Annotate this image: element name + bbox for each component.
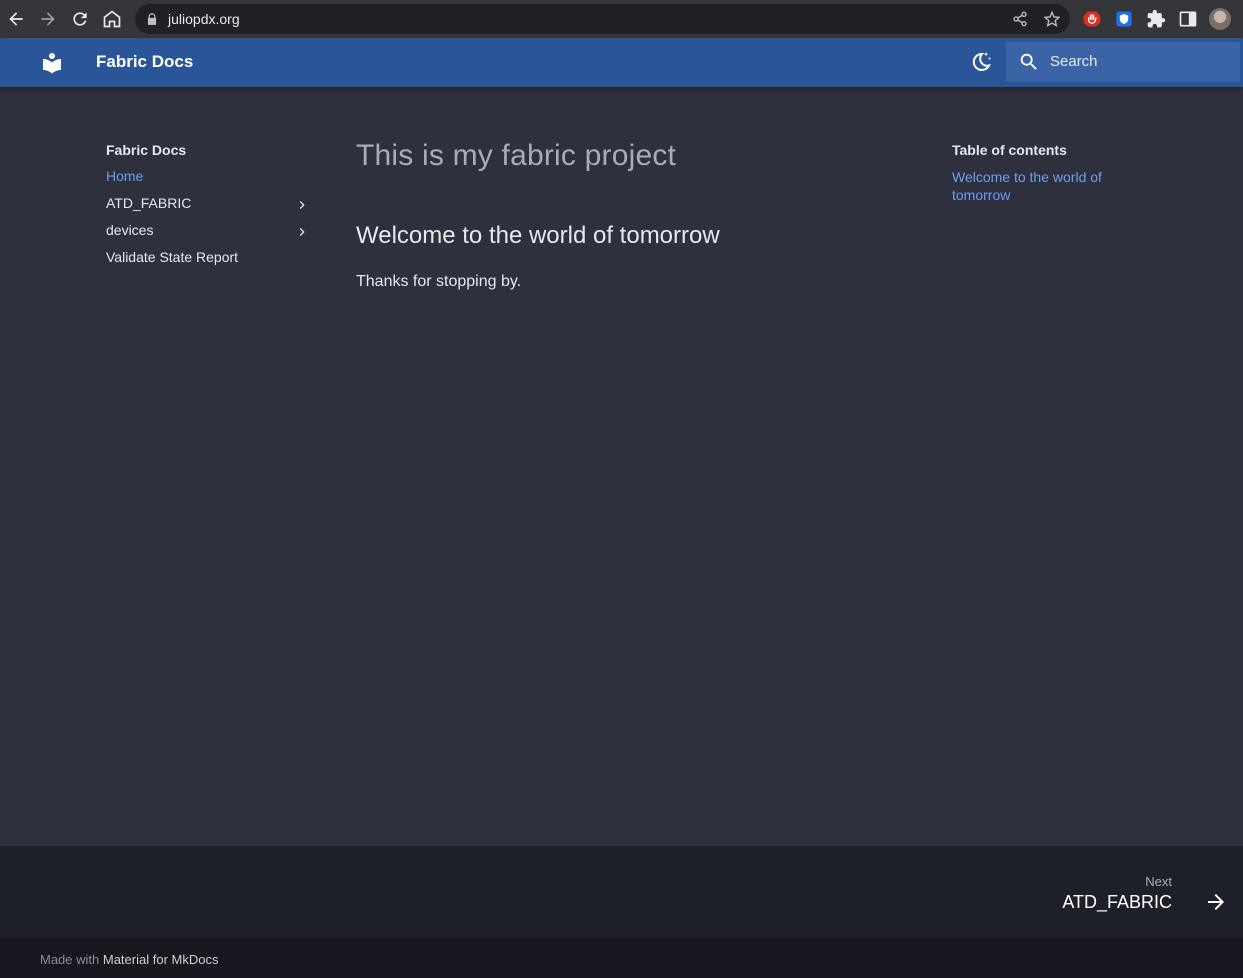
- nav-title: Fabric Docs: [106, 142, 187, 158]
- next-label: Next: [1145, 874, 1172, 889]
- mkdocs-material-link[interactable]: Material for MkDocs: [103, 952, 219, 967]
- home-button[interactable]: [100, 7, 124, 31]
- forward-button[interactable]: [36, 7, 60, 31]
- nav-item-label: Home: [106, 168, 144, 184]
- chevron-right-icon: [299, 201, 305, 209]
- toc-title: Table of contents: [952, 142, 1067, 158]
- bookmark-star-icon[interactable]: [1044, 11, 1060, 27]
- extensions-puzzle-icon[interactable]: [1146, 9, 1166, 29]
- next-page-link[interactable]: ATD_FABRIC: [1062, 892, 1172, 913]
- nav-item-label: devices: [106, 222, 154, 238]
- nav-item-home[interactable]: Home: [106, 168, 312, 188]
- browser-toolbar: juliopdx.org: [0, 0, 1243, 38]
- back-button[interactable]: [4, 7, 28, 31]
- address-bar[interactable]: juliopdx.org: [135, 4, 1070, 34]
- footer-navigation: Next ATD_FABRIC: [0, 846, 1243, 938]
- reload-button[interactable]: [68, 7, 92, 31]
- lock-icon: [147, 13, 157, 25]
- nav-item-label: ATD_FABRIC: [106, 195, 192, 211]
- profile-avatar[interactable]: [1209, 8, 1231, 30]
- search-icon: [1020, 53, 1037, 70]
- nav-item-validate-state-report[interactable]: Validate State Report: [106, 249, 312, 269]
- arrow-right-icon: [41, 12, 55, 26]
- site-title[interactable]: Fabric Docs: [96, 52, 193, 72]
- made-with-prefix: Made with: [40, 952, 100, 967]
- shield-extension-icon[interactable]: [1114, 9, 1134, 29]
- site-header: Fabric Docs Search: [0, 38, 1243, 87]
- arrow-left-icon: [9, 12, 23, 26]
- url-text: juliopdx.org: [168, 11, 240, 27]
- share-icon[interactable]: [1012, 11, 1028, 27]
- search-placeholder: Search: [1050, 53, 1098, 70]
- side-panel-icon[interactable]: [1178, 9, 1198, 29]
- reload-icon: [73, 12, 87, 26]
- home-icon: [103, 10, 121, 28]
- toc-link[interactable]: Welcome to the world of tomorrow: [952, 168, 1132, 204]
- stop-hand-extension-icon[interactable]: [1082, 9, 1102, 29]
- footer-meta: Made with Material for MkDocs: [0, 938, 1243, 978]
- nav-item-atd-fabric[interactable]: ATD_FABRIC: [106, 195, 312, 215]
- body-paragraph: Thanks for stopping by.: [356, 273, 522, 290]
- page-title: This is my fabric project: [356, 139, 677, 172]
- nav-item-label: Validate State Report: [106, 249, 239, 265]
- dark-mode-moon-icon[interactable]: [969, 50, 993, 74]
- search-input[interactable]: Search: [1006, 42, 1240, 82]
- nav-item-devices[interactable]: devices: [106, 222, 312, 242]
- arrow-right-icon[interactable]: [1204, 890, 1228, 914]
- section-heading: Welcome to the world of tomorrow: [356, 222, 720, 249]
- book-logo-icon[interactable]: [40, 51, 64, 75]
- chevron-right-icon: [299, 228, 305, 236]
- made-with-text: Made with Material for MkDocs: [40, 952, 218, 967]
